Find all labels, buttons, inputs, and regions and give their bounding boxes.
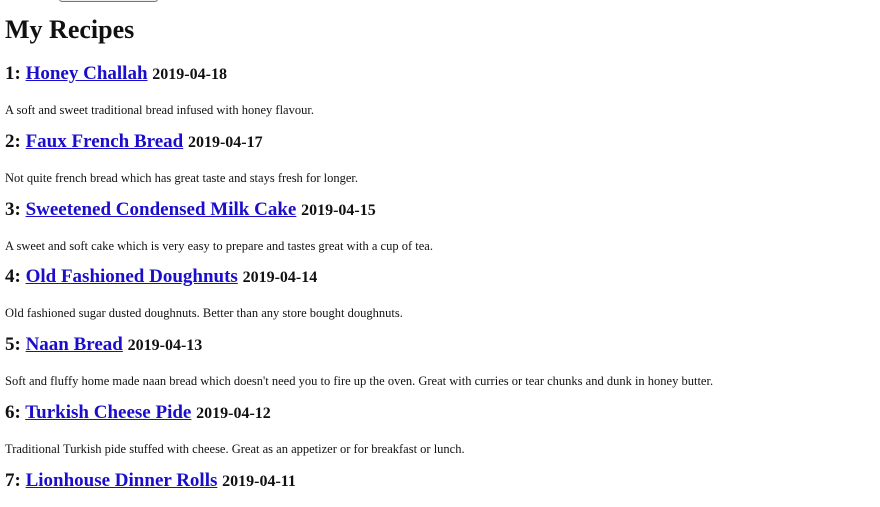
recipe-date: 2019-04-14 <box>242 269 318 286</box>
recipe-item: 7: Lionhouse Dinner Rolls 2019-04-11 <box>5 470 296 493</box>
recipe-item: 5: Naan Bread 2019-04-13 Soft and fluffy… <box>5 334 713 389</box>
recipe-link[interactable]: Old Fashioned Doughnuts <box>26 266 238 287</box>
recipe-heading: 5: Naan Bread 2019-04-13 <box>5 334 713 357</box>
recipe-description: A sweet and soft cake which is very easy… <box>5 239 433 253</box>
recipe-date: 2019-04-12 <box>196 405 271 422</box>
recipe-item: 1: Honey Challah 2019-04-18 A soft and s… <box>5 63 314 118</box>
recipe-link[interactable]: Turkish Cheese Pide <box>25 402 191 423</box>
recipe-date: 2019-04-13 <box>127 337 203 354</box>
recipe-description: Traditional Turkish pide stuffed with ch… <box>5 442 465 456</box>
recipe-index: 2: <box>5 131 21 152</box>
page-title: My Recipes <box>5 15 135 44</box>
recipe-date: 2019-04-15 <box>301 202 376 219</box>
recipe-date: 2019-04-18 <box>152 66 227 83</box>
recipe-description: Old fashioned sugar dusted doughnuts. Be… <box>5 306 403 320</box>
top-button[interactable] <box>59 0 158 2</box>
recipe-index: 4: <box>5 266 21 287</box>
recipe-date: 2019-04-11 <box>222 473 296 490</box>
recipe-index: 3: <box>5 199 21 220</box>
recipe-link[interactable]: Sweetened Condensed Milk Cake <box>26 199 297 220</box>
recipe-heading: 3: Sweetened Condensed Milk Cake 2019-04… <box>5 199 433 222</box>
recipe-description: Not quite french bread which has great t… <box>5 171 359 185</box>
recipe-item: 6: Turkish Cheese Pide 2019-04-12 Tradit… <box>5 402 465 457</box>
recipe-heading: 7: Lionhouse Dinner Rolls 2019-04-11 <box>5 470 296 493</box>
recipe-item: 2: Faux French Bread 2019-04-17 Not quit… <box>5 131 358 186</box>
recipe-heading: 6: Turkish Cheese Pide 2019-04-12 <box>5 402 465 425</box>
recipe-description: A soft and sweet traditional bread infus… <box>5 103 314 117</box>
recipe-item: 3: Sweetened Condensed Milk Cake 2019-04… <box>5 199 433 254</box>
recipe-index: 6: <box>5 402 21 423</box>
recipe-index: 7: <box>5 470 21 491</box>
recipe-link[interactable]: Honey Challah <box>26 63 148 84</box>
recipe-link[interactable]: Faux French Bread <box>26 131 184 152</box>
recipe-heading: 4: Old Fashioned Doughnuts 2019-04-14 <box>5 266 403 289</box>
recipe-item: 4: Old Fashioned Doughnuts 2019-04-14 Ol… <box>5 266 403 321</box>
recipe-heading: 1: Honey Challah 2019-04-18 <box>5 63 314 86</box>
recipe-link[interactable]: Naan Bread <box>26 334 123 355</box>
recipe-date: 2019-04-17 <box>187 134 263 151</box>
recipe-link[interactable]: Lionhouse Dinner Rolls <box>26 470 218 491</box>
recipe-description: Soft and fluffy home made naan bread whi… <box>5 374 714 388</box>
recipe-index: 5: <box>5 334 21 355</box>
recipe-index: 1: <box>5 63 21 84</box>
recipe-heading: 2: Faux French Bread 2019-04-17 <box>5 131 358 154</box>
